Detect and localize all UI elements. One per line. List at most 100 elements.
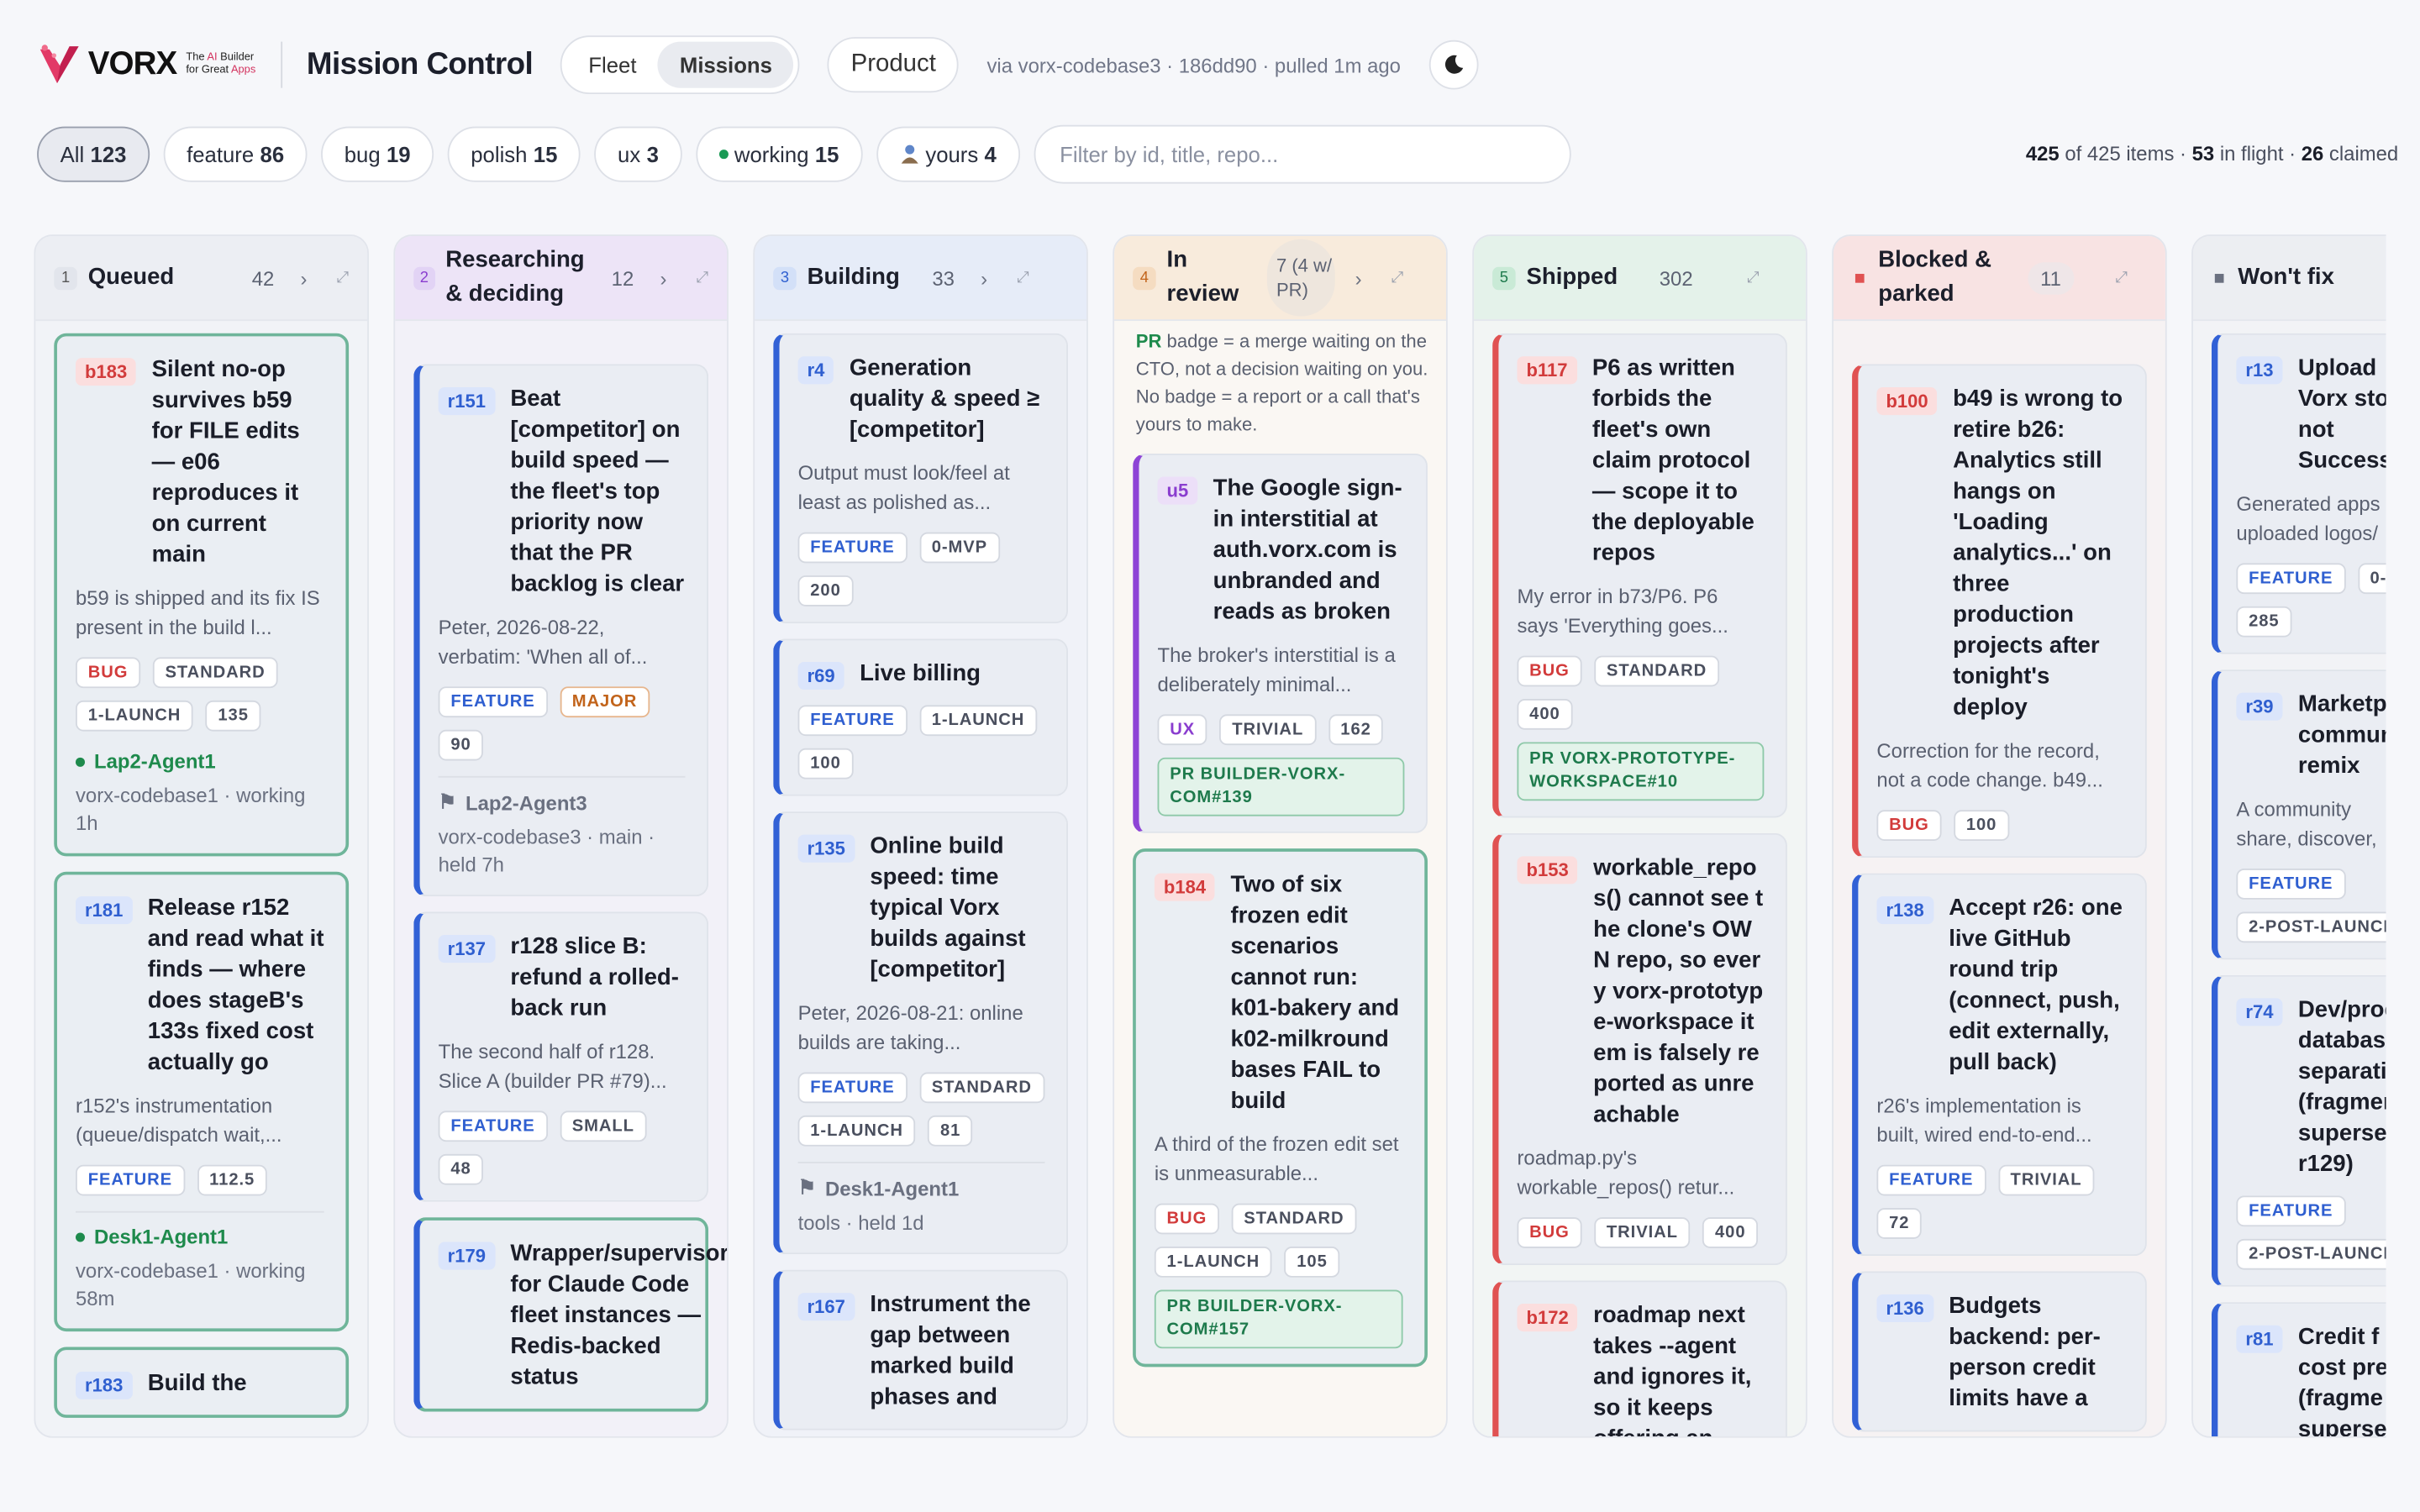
chevron-right-icon[interactable]: › <box>301 266 308 290</box>
column-title: Blocked & parked <box>1878 246 1992 307</box>
tag-milestone: 2-POST-LAUNCH <box>2236 911 2386 943</box>
filter-bar: All 123 feature 86 bug 19 polish 15 ux 3… <box>37 123 2398 183</box>
card-description: roadmap.py's workable_repos() retur... <box>1517 1146 1735 1200</box>
tag-size: STANDARD <box>1594 655 1719 687</box>
tag-type: FEATURE <box>75 1164 185 1196</box>
column-count: 7 (4 w/ PR) <box>1266 239 1335 317</box>
mission-card[interactable]: b153 workable_repos() cannot see the clon… <box>1492 832 1787 1266</box>
expand-icon[interactable]: ⤢ <box>696 270 708 286</box>
tag-type: FEATURE <box>438 686 548 718</box>
pr-badge[interactable]: PR VORX-PROTOTYPE-WORKSPACE#10 <box>1517 742 1765 801</box>
card-tags: FEATURE SMALL 48 <box>438 1110 686 1185</box>
filter-chip-bug[interactable]: bug 19 <box>321 125 434 181</box>
expand-icon[interactable]: ⤢ <box>1391 270 1403 286</box>
tag-size: TRIVIAL <box>1594 1217 1691 1248</box>
search-input[interactable] <box>1033 123 1571 183</box>
product-button[interactable]: Product <box>828 37 960 93</box>
mission-card[interactable]: r136 Budgets backend: per-person credit l… <box>1852 1271 2147 1432</box>
mission-card[interactable]: r183 Build the <box>54 1347 350 1418</box>
column-header: ■ Blocked & parked 11 ⤢ <box>1833 236 2165 322</box>
tag-score: 105 <box>1284 1247 1340 1278</box>
filter-chip-ux[interactable]: ux 3 <box>594 125 682 181</box>
filter-chip-yours[interactable]: yours 4 <box>876 125 1020 181</box>
mission-card[interactable]: r39 Marketplace community remix A communi… <box>2211 669 2386 960</box>
pr-badge[interactable]: PR BUILDER-VORX-COM#157 <box>1154 1289 1403 1349</box>
card-tags: FEATURE MAJOR 90 <box>438 686 686 761</box>
card-meta: tools · held 1d <box>797 1210 924 1235</box>
mission-card[interactable]: r167 Instrument the gap between marked bu… <box>773 1269 1068 1431</box>
column-number: 4 <box>1133 265 1156 290</box>
mission-card[interactable]: r151 Beat [competitor] on build speed — t… <box>413 364 709 897</box>
chevron-right-icon[interactable]: › <box>981 266 987 290</box>
column-wont-fix: ■ Won't fix r13 Upload Vorx store not Suc… <box>2191 234 2386 1438</box>
mission-card[interactable]: b117 P6 as written forbids the fleet's ow… <box>1492 333 1787 818</box>
tag-score: 48 <box>438 1153 484 1185</box>
card-description: The second half of r128. Slice A (builde… <box>438 1039 667 1093</box>
mission-card[interactable]: r69 Live billing FEATURE 1-LAUNCH 100 <box>773 638 1068 796</box>
tag-score: 200 <box>797 575 854 606</box>
card-id: r138 <box>1876 896 1933 925</box>
mission-card[interactable]: b172 roadmap next takes --agent and ignor… <box>1492 1280 1787 1436</box>
tag-type: FEATURE <box>2236 1195 2346 1227</box>
card-title: Live billing <box>860 660 981 687</box>
mission-card[interactable]: r179 Wrapper/supervisor for Claude Code f… <box>413 1217 727 1412</box>
card-title: Two of six frozen edit scenarios cannot … <box>1230 871 1400 1115</box>
mission-card[interactable]: r74 Dev/prod database separation (fragmen… <box>2211 974 2386 1287</box>
column-header: ■ Won't fix <box>2192 236 2386 322</box>
mission-card[interactable]: r135 Online build speed: time typical Vor… <box>773 811 1068 1255</box>
person-icon <box>900 144 918 164</box>
card-id: r13 <box>2236 356 2283 385</box>
card-meta: vorx-codebase1 · working 58m <box>75 1258 306 1310</box>
tag-milestone: 1-LAUNCH <box>75 700 194 732</box>
card-tags: BUG STANDARD 400 PR VORX-PROTOTYPE-WORKS… <box>1517 655 1765 801</box>
tag-size: TRIVIAL <box>1219 714 1316 746</box>
top-header: VORX The AI Builder for Great Apps Missio… <box>37 34 2352 95</box>
card-id: r136 <box>1876 1294 1933 1323</box>
card-title: Budgets backend: per-person credit limit… <box>1949 1293 2101 1412</box>
mission-card[interactable]: r137 r128 slice B: refund a rolled-back r… <box>413 911 709 1202</box>
expand-icon[interactable]: ⤢ <box>1747 270 1760 286</box>
tag-milestone: 2-POST-LAUNCH <box>2236 1238 2386 1270</box>
pr-badge-note: PR badge = a merge waiting on the CTO, n… <box>1135 330 1428 435</box>
column-in-review: 4 In review 7 (4 w/ PR) › ⤢ PR badge = a… <box>1113 234 1448 1438</box>
mission-card[interactable]: r138 Accept r26: one live GitHub round tr… <box>1852 873 2147 1257</box>
tag-type: FEATURE <box>438 1110 548 1142</box>
expand-icon[interactable]: ⤢ <box>336 270 349 286</box>
filter-chip-all[interactable]: All 123 <box>37 125 150 181</box>
mission-card[interactable]: u5 The Google sign-in interstitial at aut… <box>1133 453 1428 833</box>
card-title: Online build speed: time typical Vorx bu… <box>870 832 1026 983</box>
tag-size: TRIVIAL <box>1997 1164 2095 1196</box>
mission-card[interactable]: r81 Credit f cost pre (fragme supersed r7… <box>2211 1302 2386 1436</box>
chevron-right-icon[interactable]: › <box>660 266 666 290</box>
card-agent: Lap2-Agent1 <box>75 750 324 773</box>
theme-toggle-button[interactable] <box>1428 39 1478 90</box>
mission-card[interactable]: b100 b49 is wrong to retire b26: Analytic… <box>1852 364 2147 858</box>
chevron-right-icon[interactable]: › <box>1355 266 1362 290</box>
tab-missions[interactable]: Missions <box>658 41 794 88</box>
card-tags: FEATURE 1-LAUNCH 100 <box>797 705 1045 780</box>
mission-card[interactable]: b184 Two of six frozen edit scenarios can… <box>1133 848 1428 1368</box>
tab-fleet[interactable]: Fleet <box>567 42 659 88</box>
card-meta: vorx-codebase3 · main · held 7h <box>438 825 655 877</box>
column-number: 1 <box>54 265 77 290</box>
filter-chip-feature[interactable]: feature 86 <box>163 125 308 181</box>
tag-score: 112.5 <box>197 1164 267 1196</box>
column-building: 3 Building 33 › ⤢ r4 Generation quality &… <box>753 234 1088 1438</box>
mission-card[interactable]: b183 Silent no-op survives b59 for FILE e… <box>54 333 350 857</box>
pr-badge[interactable]: PR BUILDER-VORX-COM#139 <box>1157 757 1405 816</box>
mission-card[interactable]: r4 Generation quality & speed ≥ [competit… <box>773 333 1068 624</box>
card-title: Dev/prod database separation (fragment s… <box>2297 996 2386 1178</box>
expand-icon[interactable]: ⤢ <box>1017 270 1029 286</box>
expand-icon[interactable]: ⤢ <box>2115 270 2128 286</box>
filter-chip-working[interactable]: working 15 <box>695 125 863 181</box>
card-tags: BUG STANDARD 1-LAUNCH 135 <box>75 657 324 732</box>
mission-card[interactable]: r13 Upload Vorx store not Success Generat… <box>2211 333 2386 654</box>
card-title: Silent no-op survives b59 for FILE edits… <box>151 356 300 568</box>
vorx-logo[interactable]: VORX The AI Builder for Great Apps <box>37 43 255 86</box>
mission-card[interactable]: r181 Release r152 and read what it finds … <box>54 871 350 1332</box>
filter-chip-polish[interactable]: polish 15 <box>447 125 581 181</box>
card-title: The Google sign-in interstitial at auth.… <box>1213 475 1402 625</box>
column-number: 3 <box>773 265 797 290</box>
working-dot-icon <box>75 1231 86 1242</box>
card-id: b184 <box>1154 873 1216 901</box>
